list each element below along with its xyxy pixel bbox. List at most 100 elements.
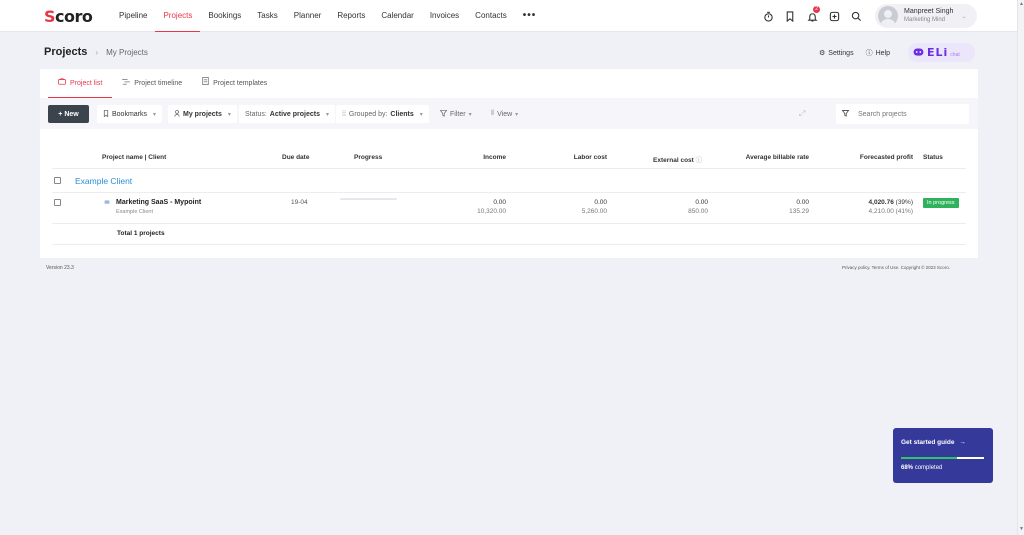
eli-chat-icon (913, 48, 924, 56)
nav-tasks[interactable]: Tasks (249, 0, 285, 32)
breadcrumb: Projects › My Projects (44, 46, 148, 58)
col-income[interactable]: Income (440, 154, 506, 161)
my-projects-label: My projects (183, 110, 222, 118)
eli-label: ELi (927, 46, 949, 59)
status-dropdown[interactable]: Status: Active projects ▾ (239, 105, 335, 123)
chevron-down-icon: ▾ (468, 111, 472, 118)
col-forecasted-profit[interactable]: Forecasted profit (830, 154, 913, 161)
nav-calendar[interactable]: Calendar (373, 0, 421, 32)
col-external-cost[interactable]: External cost ⓘ (653, 154, 702, 164)
chevron-down-icon: ▾ (153, 111, 157, 118)
filter-icon (439, 109, 448, 119)
external-cost-cell: 0.00 850.00 (640, 199, 708, 215)
filter-icon[interactable] (836, 109, 854, 119)
nav-projects[interactable]: Projects (155, 0, 201, 32)
get-started-guide[interactable]: Get started guide → 68% completed (893, 428, 993, 483)
view-dropdown[interactable]: ⦀ View ▾ (487, 105, 522, 123)
grouped-prefix: Grouped by: (348, 110, 388, 118)
top-navigation: Scoro Pipeline Projects Bookings Tasks P… (0, 0, 1017, 32)
nav-pipeline[interactable]: Pipeline (111, 0, 155, 32)
table-row[interactable]: Marketing SaaS - Mypoint Example Client (116, 199, 201, 215)
tab-project-list[interactable]: Project list (48, 69, 113, 98)
help-label: Help (875, 49, 890, 57)
tab-label: Project list (70, 79, 103, 87)
col-due-date[interactable]: Due date (282, 154, 309, 161)
rate-forecast: 135.29 (789, 208, 809, 215)
search-input[interactable] (858, 110, 966, 118)
filter-dropdown[interactable]: Filter ▾ (436, 105, 476, 123)
add-icon[interactable] (823, 8, 845, 24)
labor-forecast: 5,260.00 (581, 208, 607, 215)
legal-links[interactable]: Privacy policy. Terms of Use. Copyright … (842, 265, 950, 270)
template-icon (202, 69, 209, 98)
nav-invoices[interactable]: Invoices (422, 0, 467, 32)
notification-badge: 2 (813, 6, 820, 13)
scroll-down-arrow-icon[interactable]: ▼ (1019, 526, 1024, 532)
search-box[interactable] (836, 104, 969, 124)
info-icon[interactable]: ⓘ (696, 157, 703, 164)
bookmark-icon[interactable] (779, 8, 801, 24)
chevron-down-icon: ▾ (325, 111, 329, 118)
chat-bubble-icon[interactable] (104, 200, 110, 207)
user-icon (174, 109, 180, 119)
total-projects: Total 1 projects (117, 230, 165, 237)
project-name[interactable]: Marketing SaaS - Mypoint (116, 199, 201, 206)
row-checkbox[interactable] (54, 199, 61, 206)
divider (52, 244, 966, 245)
grouped-by-dropdown[interactable]: ⁞⁞ Grouped by: Clients ▾ (336, 105, 429, 123)
tab-project-timeline[interactable]: Project timeline (112, 69, 192, 98)
project-client: Example Client (116, 209, 153, 215)
tab-project-templates[interactable]: Project templates (192, 69, 277, 98)
chevron-down-icon: ▾ (419, 111, 423, 118)
col-progress[interactable]: Progress (354, 154, 382, 161)
nav-more-button[interactable]: ••• (515, 0, 545, 32)
page-title[interactable]: Projects (44, 46, 87, 58)
col-labor-cost[interactable]: Labor cost (540, 154, 607, 161)
nav-reports[interactable]: Reports (329, 0, 373, 32)
scoro-logo[interactable]: Scoro (44, 7, 93, 26)
settings-link[interactable]: ⚙ Settings (819, 48, 854, 58)
nav-bookings[interactable]: Bookings (200, 0, 249, 32)
filter-label: Filter (450, 110, 466, 118)
col-average-billable-rate[interactable]: Average billable rate (720, 154, 809, 161)
expand-icon[interactable]: ⤢ (799, 109, 805, 119)
guide-progress-bar (901, 457, 984, 459)
income-forecast: 10,320.00 (477, 208, 506, 215)
status-badge[interactable]: In progress (923, 198, 959, 208)
profit-percent: (39%) (895, 199, 913, 206)
divider (52, 223, 966, 224)
briefcase-icon (58, 69, 66, 98)
group-checkbox[interactable] (54, 177, 61, 184)
guide-title[interactable]: Get started guide → (901, 439, 966, 446)
divider (52, 192, 966, 193)
eli-chat-button[interactable]: ELi chat (908, 43, 975, 62)
nav-planner[interactable]: Planner (286, 0, 330, 32)
bookmarks-dropdown[interactable]: Bookmarks ▾ (97, 105, 163, 123)
bookmark-icon (103, 109, 109, 119)
status-value: Active projects (269, 110, 320, 118)
col-status[interactable]: Status (923, 154, 943, 161)
guide-progress-fill (901, 457, 958, 459)
col-project-client[interactable]: Project name | Client (102, 154, 166, 161)
tab-label: Project templates (213, 80, 268, 87)
average-rate-cell: 0.00 135.29 (740, 199, 809, 215)
my-projects-dropdown[interactable]: My projects ▾ (168, 105, 237, 123)
view-label: View (497, 110, 513, 118)
income-cell: 0.00 10,320.00 (440, 199, 506, 215)
timer-icon[interactable] (757, 8, 779, 24)
columns-icon: ⦀ (491, 110, 495, 117)
notifications-bell-icon[interactable]: 2 (801, 6, 823, 24)
chevron-right-icon: › (95, 48, 99, 57)
group-client-name[interactable]: Example Client (75, 176, 132, 186)
help-link[interactable]: ⓘ Help (866, 48, 890, 58)
nav-contacts[interactable]: Contacts (467, 0, 515, 32)
scroll-up-arrow-icon[interactable]: ▲ (1019, 1, 1024, 7)
tab-label: Project timeline (134, 80, 183, 87)
user-menu[interactable]: Manpreet Singh Marketing Mind ⌄ (875, 4, 977, 28)
eli-sub-label: chat (950, 52, 960, 58)
scrollbar[interactable]: ▲ ▼ (1017, 0, 1024, 535)
new-project-button[interactable]: + New (48, 105, 89, 123)
project-tabs: Project list Project timeline Project te… (48, 69, 277, 98)
profit-value: 4,020.76 (868, 199, 894, 206)
search-icon[interactable] (845, 8, 867, 24)
